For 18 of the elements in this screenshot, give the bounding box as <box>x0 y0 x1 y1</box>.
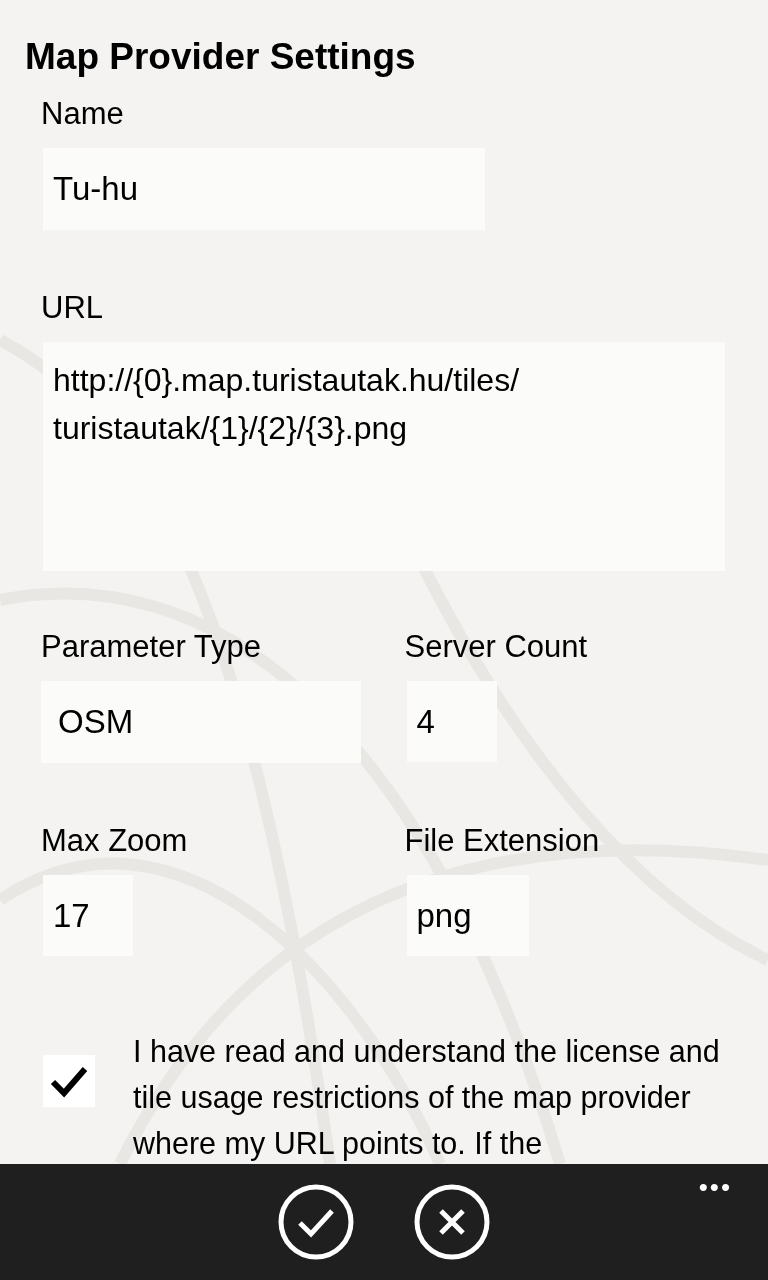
text-field[interactable]: 4 <box>406 681 497 762</box>
dropdown[interactable]: OSM <box>41 681 361 763</box>
field-label: Name <box>41 95 124 133</box>
close-button[interactable] <box>414 1184 490 1260</box>
field-label: File Extension <box>404 822 600 860</box>
text-field[interactable]: Tu-hu <box>43 148 485 230</box>
license-text: I have read and understand the license and tile usage restrictions of the map provider where my URL points to. If the <box>133 1033 721 1163</box>
text-field[interactable]: 17 <box>43 875 133 956</box>
field-label: Max Zoom <box>41 822 188 860</box>
more-button[interactable]: ••• <box>698 1172 732 1203</box>
text-field[interactable]: png <box>406 875 529 956</box>
page-title: Map Provider Settings <box>25 35 417 79</box>
checkbox[interactable] <box>43 1055 95 1107</box>
field-label: Parameter Type <box>41 628 261 666</box>
field-label: Server Count <box>404 628 588 666</box>
check-button[interactable] <box>278 1184 354 1260</box>
field-label: URL <box>41 289 103 327</box>
text-field[interactable]: http://{0}.map.turistautak.hu/tiles/ turistautak/{1}/{2}/{3}.png <box>43 342 725 571</box>
